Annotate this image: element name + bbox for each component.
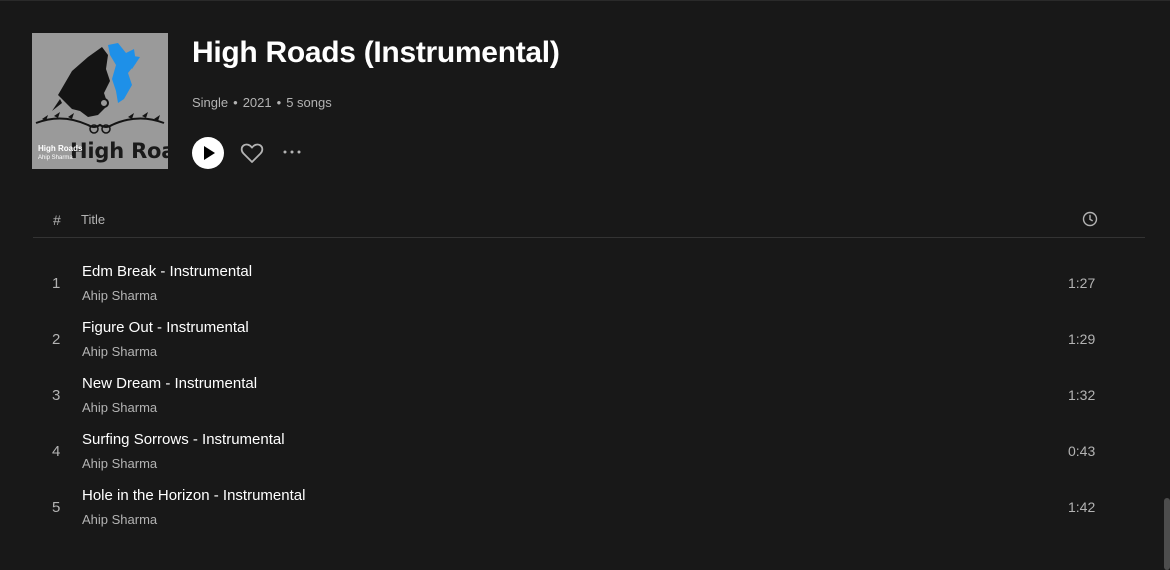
more-options-button[interactable] bbox=[280, 140, 304, 164]
track-artist-link[interactable]: Ahip Sharma bbox=[82, 512, 157, 527]
track-duration: 1:42 bbox=[1068, 499, 1096, 515]
track-title: New Dream - Instrumental bbox=[82, 375, 258, 392]
album-song-count: 5 songs bbox=[286, 95, 332, 110]
meta-separator: • bbox=[233, 95, 238, 110]
more-dots-icon bbox=[283, 150, 301, 154]
header-title: Title bbox=[81, 212, 106, 227]
meta-separator: • bbox=[276, 95, 282, 110]
track-artist-link[interactable]: Ahip Sharma bbox=[82, 456, 157, 471]
tracklist: 1 Edm Break - Instrumental Ahip Sharma 1… bbox=[33, 255, 1145, 535]
header-number: # bbox=[53, 212, 61, 228]
track-title: Surfing Sorrows - Instrumental bbox=[82, 431, 285, 448]
track-number: 3 bbox=[52, 387, 61, 404]
track-duration: 1:27 bbox=[1068, 275, 1096, 291]
like-button[interactable] bbox=[238, 139, 266, 167]
track-row[interactable]: 2 Figure Out - Instrumental Ahip Sharma … bbox=[33, 311, 1145, 367]
track-row[interactable]: 4 Surfing Sorrows - Instrumental Ahip Sh… bbox=[33, 423, 1145, 479]
track-artist-link[interactable]: Ahip Sharma bbox=[82, 400, 157, 415]
track-row[interactable]: 5 Hole in the Horizon - Instrumental Ahi… bbox=[33, 479, 1145, 535]
track-title: Hole in the Horizon - Instrumental bbox=[82, 487, 306, 504]
album-cover: High Roads High Roads Ahip Sharma bbox=[32, 33, 168, 169]
play-icon bbox=[204, 146, 215, 160]
track-row[interactable]: 1 Edm Break - Instrumental Ahip Sharma 1… bbox=[33, 255, 1145, 311]
cover-title: High Roads bbox=[70, 139, 168, 163]
track-number: 2 bbox=[52, 331, 61, 348]
track-number: 4 bbox=[52, 443, 61, 460]
track-duration: 1:32 bbox=[1068, 387, 1096, 403]
track-artist-link[interactable]: Ahip Sharma bbox=[82, 288, 157, 303]
clock-icon bbox=[1082, 211, 1098, 227]
tracklist-header: # Title bbox=[33, 205, 1145, 238]
top-divider bbox=[0, 0, 1170, 1]
track-duration: 1:29 bbox=[1068, 331, 1096, 347]
track-title: Figure Out - Instrumental bbox=[82, 319, 249, 336]
track-title: Edm Break - Instrumental bbox=[82, 263, 253, 280]
album-meta: Single • 2021 • 5 songs bbox=[192, 95, 332, 110]
scrollbar[interactable] bbox=[1164, 498, 1170, 570]
track-row[interactable]: 3 New Dream - Instrumental Ahip Sharma 1… bbox=[33, 367, 1145, 423]
track-number: 1 bbox=[52, 275, 61, 292]
heart-icon bbox=[240, 143, 264, 163]
album-type: Single bbox=[192, 95, 229, 110]
play-button[interactable] bbox=[192, 137, 224, 169]
cover-small-title: High Roads bbox=[38, 144, 83, 153]
track-artist-link[interactable]: Ahip Sharma bbox=[82, 344, 157, 359]
track-number: 5 bbox=[52, 499, 61, 516]
album-year: 2021 bbox=[242, 95, 272, 110]
cover-small-artist: Ahip Sharma bbox=[38, 155, 73, 161]
album-title: High Roads (Instrumental) bbox=[192, 36, 560, 69]
track-duration: 0:43 bbox=[1068, 443, 1096, 459]
album-page: High Roads High Roads Ahip Sharma High R… bbox=[0, 0, 1170, 570]
